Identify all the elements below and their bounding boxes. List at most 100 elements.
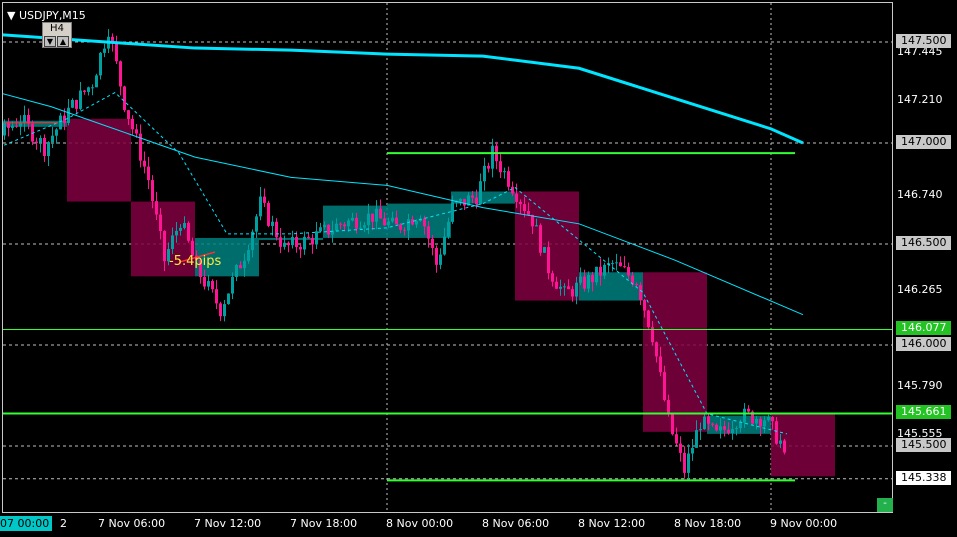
- candle-body: [367, 213, 370, 226]
- candle-body: [215, 289, 218, 304]
- candle-body: [499, 161, 502, 173]
- candle-body: [743, 408, 746, 423]
- price-chart[interactable]: [3, 3, 892, 512]
- candle-body: [443, 236, 446, 255]
- candle-body: [99, 52, 102, 76]
- candle-body: [179, 227, 182, 231]
- candle-body: [595, 266, 598, 283]
- chart-area[interactable]: ▼ USDJPY,M15 H4 ▼ ▲ -5.4pips: [2, 2, 893, 513]
- candle-body: [163, 231, 166, 262]
- candle-body: [747, 408, 750, 412]
- candle-body: [763, 420, 766, 427]
- candle-body: [755, 418, 758, 424]
- candle-body: [263, 196, 266, 203]
- price-tick-label: 147.210: [897, 92, 943, 106]
- first-time-suffix: 2: [60, 517, 67, 530]
- first-time-label: 07 00:00: [0, 517, 50, 530]
- candle-body: [363, 225, 366, 228]
- candle-body: [287, 242, 290, 246]
- candle-body: [375, 208, 378, 222]
- price-level-tag[interactable]: 146.000: [896, 337, 951, 351]
- candle-body: [343, 224, 346, 227]
- candle-body: [67, 107, 70, 124]
- candle-body: [575, 282, 578, 297]
- candle-body: [39, 138, 42, 143]
- price-level-tag[interactable]: 146.077: [896, 321, 951, 336]
- candle-body: [695, 430, 698, 448]
- candle-body: [143, 160, 146, 167]
- candle-body: [355, 217, 358, 229]
- candle-body: [471, 195, 474, 198]
- candle-body: [691, 447, 694, 454]
- candle-body: [447, 221, 450, 237]
- candle-body: [327, 224, 330, 235]
- candle-body: [683, 452, 686, 473]
- candle-body: [407, 219, 410, 231]
- candle-body: [703, 416, 706, 430]
- timeframe-down-arrow-icon[interactable]: ▼: [44, 36, 56, 47]
- price-level-tag[interactable]: 145.500: [896, 438, 951, 452]
- timeframe-up-arrow-icon[interactable]: ▲: [57, 36, 69, 47]
- candle-body: [603, 264, 606, 276]
- candle-body: [563, 286, 566, 288]
- candle-body: [155, 201, 158, 215]
- candle-body: [3, 122, 6, 136]
- candle-body: [611, 263, 614, 265]
- candle-body: [615, 262, 618, 264]
- candle-body: [303, 236, 306, 250]
- candle-body: [43, 138, 46, 157]
- candle-body: [711, 423, 714, 425]
- candle-body: [619, 262, 622, 267]
- candle-body: [547, 247, 550, 274]
- candle-body: [567, 286, 570, 290]
- candle-body: [283, 242, 286, 247]
- candle-body: [527, 211, 530, 215]
- time-tick-label: 7 Nov 06:00: [98, 517, 166, 530]
- candle-body: [371, 213, 374, 222]
- candle-body: [699, 429, 702, 431]
- candle-body: [79, 90, 82, 109]
- candle-body: [767, 416, 770, 421]
- candle-body: [223, 304, 226, 317]
- symbol-timeframe-label: ▼ USDJPY,M15: [7, 9, 86, 22]
- price-level-tag[interactable]: 146.500: [896, 236, 951, 250]
- time-tick-label: 7 Nov 18:00: [290, 517, 358, 530]
- candle-body: [311, 237, 314, 245]
- time-axis[interactable]: 07 00:00 2 7 Nov 06:00 7 Nov 12:00 7 Nov 1…: [0, 513, 893, 537]
- candle-body: [623, 266, 626, 268]
- candle-body: [319, 227, 322, 232]
- price-axis[interactable]: 147.445 147.210 146.740 146.265 145.790 145.5…: [893, 0, 957, 513]
- candle-body: [87, 87, 90, 92]
- candle-body: [335, 223, 338, 231]
- candle-body: [671, 414, 674, 435]
- candle-body: [115, 42, 118, 62]
- collapse-button[interactable]: -: [877, 498, 893, 512]
- candle-body: [579, 276, 582, 283]
- price-level-tag[interactable]: 147.000: [896, 135, 951, 149]
- candle-body: [203, 276, 206, 287]
- candle-body: [707, 416, 710, 424]
- candle-body: [231, 276, 234, 294]
- candle-body: [639, 285, 642, 301]
- price-level-tag[interactable]: 147.500: [896, 34, 951, 48]
- candle-body: [555, 281, 558, 289]
- candle-body: [227, 293, 230, 305]
- price-level-tag[interactable]: 145.661: [896, 405, 951, 420]
- candle-body: [315, 231, 318, 245]
- candle-body: [299, 246, 302, 250]
- candle-body: [323, 224, 326, 228]
- timeframe-switcher[interactable]: H4 ▼ ▲: [42, 22, 72, 48]
- candle-body: [59, 115, 62, 130]
- candle-body: [159, 214, 162, 232]
- candle-body: [307, 236, 310, 238]
- candle-body: [779, 440, 782, 444]
- time-tick-label: 8 Nov 06:00: [482, 517, 550, 530]
- price-level-tag[interactable]: 145.338: [896, 470, 951, 485]
- candle-body: [399, 224, 402, 230]
- candle-body: [663, 372, 666, 401]
- candle-body: [727, 429, 730, 434]
- candle-body: [207, 281, 210, 287]
- candle-body: [675, 434, 678, 444]
- candle-body: [583, 276, 586, 289]
- candle-body: [19, 122, 22, 127]
